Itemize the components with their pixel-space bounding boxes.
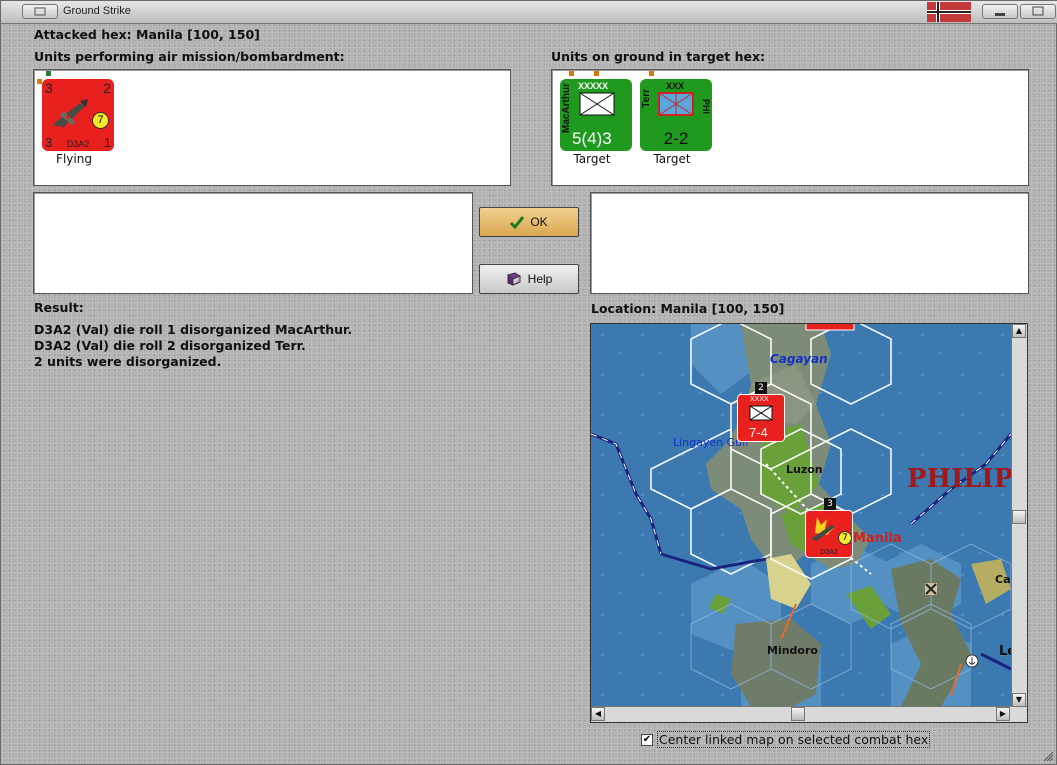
map-label-philippines: PHILIP — [907, 464, 1014, 494]
center-map-option[interactable]: ✔ Center linked map on selected combat h… — [641, 731, 931, 748]
result-line: D3A2 (Val) die roll 1 disorganized MacAr… — [34, 322, 353, 337]
ground-unit-size: XXX — [666, 81, 685, 91]
scroll-left-button[interactable]: ◀ — [591, 707, 605, 721]
window-menu-button[interactable] — [22, 4, 58, 19]
ground-unit-status: Target — [573, 152, 611, 166]
map-bomber-name: D3A2 — [820, 549, 838, 556]
map-label-luzon: Luzon — [786, 463, 823, 476]
ground-unit-commander: Terr — [641, 89, 652, 108]
airfield-icon — [924, 582, 938, 596]
scroll-up-button[interactable]: ▲ — [1012, 324, 1026, 338]
help-button-label: Help — [527, 272, 553, 286]
ground-unit-commander: MacArthur — [561, 83, 572, 134]
explosion-bomber-icon — [811, 517, 835, 541]
ground-unit-nation: PHI — [701, 99, 711, 115]
location-label: Location: Manila [100, 150] — [591, 301, 785, 316]
maximize-button[interactable] — [1020, 4, 1056, 19]
help-button[interactable]: Help — [479, 264, 579, 294]
map-vertical-scrollbar[interactable]: ▲ ▼ — [1011, 324, 1027, 707]
map-bomber-badge: 7 — [838, 531, 852, 545]
ok-button-label: OK — [530, 215, 548, 229]
map-enemy-army-counter[interactable]: XXXX 7-4 — [737, 394, 785, 442]
attacker-info-panel — [33, 192, 473, 294]
center-map-label[interactable]: Center linked map on selected combat hex — [657, 731, 931, 748]
air-units-label: Units performing air mission/bombardment… — [34, 49, 345, 64]
map-army-strength: 7-4 — [749, 425, 768, 440]
ground-unit-status: Target — [653, 152, 691, 166]
center-map-checkbox[interactable]: ✔ — [641, 733, 653, 746]
infantry-symbol-icon — [579, 92, 615, 116]
ground-unit-size: XXXXX — [578, 81, 609, 91]
maximize-icon — [1032, 6, 1044, 16]
map-label-mindoro: Mindoro — [767, 644, 818, 657]
map-label-ca: Ca — [995, 573, 1011, 586]
scroll-right-button[interactable]: ▶ — [996, 707, 1010, 721]
ground-strike-window: Ground Strike Attacked hex: Manila [100,… — [0, 0, 1057, 765]
map-label-manila: Manila — [853, 531, 902, 546]
scroll-down-button[interactable]: ▼ — [1012, 693, 1026, 707]
map-horizontal-scrollbar[interactable]: ◀ ▶ — [591, 706, 1027, 722]
help-book-icon — [506, 272, 521, 286]
defender-info-panel — [590, 192, 1029, 294]
air-unit-counter[interactable]: 3 2 7 3 D3A2 1 — [42, 79, 114, 151]
resize-grip-icon[interactable] — [1042, 750, 1054, 762]
ok-button[interactable]: OK — [479, 207, 579, 237]
result-line: D3A2 (Val) die roll 2 disorganized Terr. — [34, 338, 306, 353]
map-army-size: XXXX — [750, 396, 769, 403]
ground-units-panel: MacArthur XXXXX 5(4)3 Target Terr PHI XX… — [551, 69, 1029, 186]
ground-unit-counter[interactable]: MacArthur XXXXX 5(4)3 — [560, 79, 632, 151]
window-title: Ground Strike — [63, 5, 131, 17]
unit-status-icon — [649, 71, 654, 76]
map-stack-count: 3 — [824, 498, 836, 510]
territorial-symbol-icon — [658, 92, 694, 116]
infantry-symbol-icon — [749, 405, 773, 421]
unit-status-icon — [569, 71, 599, 76]
map-stack-count: 2 — [755, 382, 767, 394]
air-unit-top-left: 3 — [45, 80, 53, 96]
checkmark-icon — [510, 216, 525, 229]
air-unit-status: Flying — [56, 152, 92, 166]
minimize-icon — [995, 13, 1005, 16]
air-units-panel: 3 2 7 3 D3A2 1 Flying — [33, 69, 511, 186]
vertical-scroll-thumb[interactable] — [1012, 510, 1026, 524]
map-bomber-counter[interactable]: 7 D3A2 — [805, 510, 853, 558]
air-unit-badge: 7 — [92, 112, 109, 129]
air-unit-top-right: 2 — [103, 80, 111, 96]
minimize-button[interactable] — [982, 4, 1018, 19]
title-bar: Ground Strike — [1, 1, 1057, 24]
map-label-cagayan: Cagayan — [770, 352, 828, 366]
result-label: Result: — [34, 300, 84, 315]
ground-unit-strength: 2-2 — [663, 129, 689, 148]
ground-units-label: Units on ground in target hex: — [551, 49, 766, 64]
ground-unit-counter[interactable]: Terr PHI XXX 2-2 — [640, 79, 712, 151]
window-menu-icon — [34, 7, 46, 16]
result-line: 2 units were disorganized. — [34, 354, 222, 369]
air-unit-bottom-right: 1 — [103, 135, 111, 150]
horizontal-scroll-thumb[interactable] — [791, 707, 805, 721]
port-icon — [965, 654, 979, 668]
ground-unit-strength: 5(4)3 — [572, 129, 612, 148]
dive-bomber-icon — [52, 99, 88, 127]
location-map[interactable]: Cagayan Lingayen Gulf Luzon PHILIP Manil… — [590, 323, 1028, 723]
nation-flag-icon — [927, 2, 971, 22]
attacked-hex-label: Attacked hex: Manila [100, 150] — [34, 27, 260, 42]
